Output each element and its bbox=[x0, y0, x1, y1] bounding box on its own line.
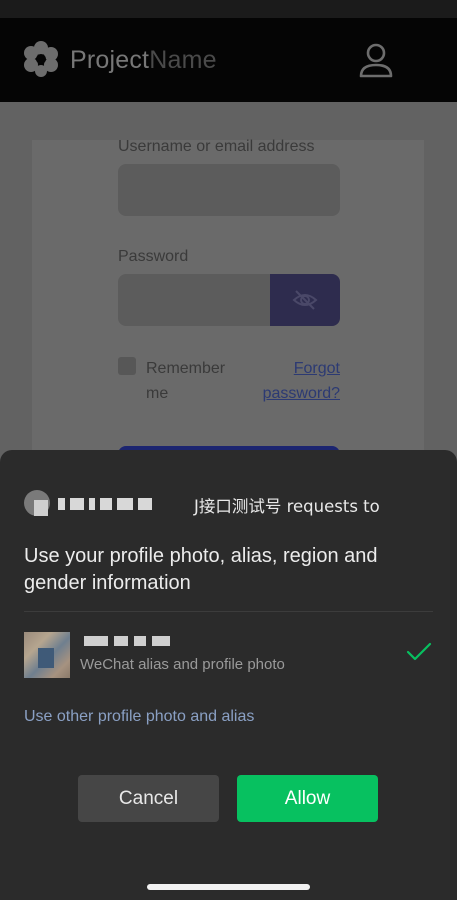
password-label: Password bbox=[118, 248, 189, 265]
logo-icon[interactable] bbox=[22, 40, 60, 78]
authorization-sheet: J接口测试号 requests to Use your profile phot… bbox=[0, 450, 457, 900]
top-navigation: ProjectName bbox=[0, 18, 457, 102]
allow-button[interactable]: Allow bbox=[237, 775, 378, 822]
toggle-password-button[interactable] bbox=[270, 274, 340, 326]
app-request-text: J接口测试号 requests to bbox=[194, 497, 380, 516]
brand-name-secondary: Name bbox=[149, 46, 217, 74]
use-other-profile-link[interactable]: Use other profile photo and alias bbox=[24, 708, 254, 726]
password-field[interactable] bbox=[118, 274, 270, 326]
status-bar bbox=[0, 0, 457, 18]
permission-title: Use your profile photo, alias, region an… bbox=[24, 545, 378, 594]
profile-option-description[interactable]: WeChat alias and profile photo bbox=[80, 656, 285, 673]
app-name-redacted bbox=[58, 496, 152, 512]
username-label: Username or email address bbox=[118, 138, 315, 155]
profile-photo[interactable] bbox=[24, 632, 70, 678]
app-avatar bbox=[24, 490, 50, 516]
remember-checkbox[interactable] bbox=[118, 357, 136, 375]
user-icon[interactable] bbox=[356, 40, 396, 80]
brand-name-primary: Project bbox=[70, 46, 150, 74]
alias-redacted bbox=[84, 634, 170, 648]
brand-name[interactable]: ProjectName bbox=[70, 46, 217, 75]
home-indicator bbox=[147, 884, 310, 890]
checkmark-icon bbox=[406, 642, 432, 661]
remember-label: Remember me bbox=[146, 360, 226, 402]
eye-slash-icon bbox=[292, 290, 318, 310]
cancel-button[interactable]: Cancel bbox=[78, 775, 219, 822]
forgot-password-link[interactable]: Forgot password? bbox=[250, 356, 340, 406]
divider bbox=[24, 611, 433, 612]
username-field[interactable] bbox=[118, 164, 340, 216]
